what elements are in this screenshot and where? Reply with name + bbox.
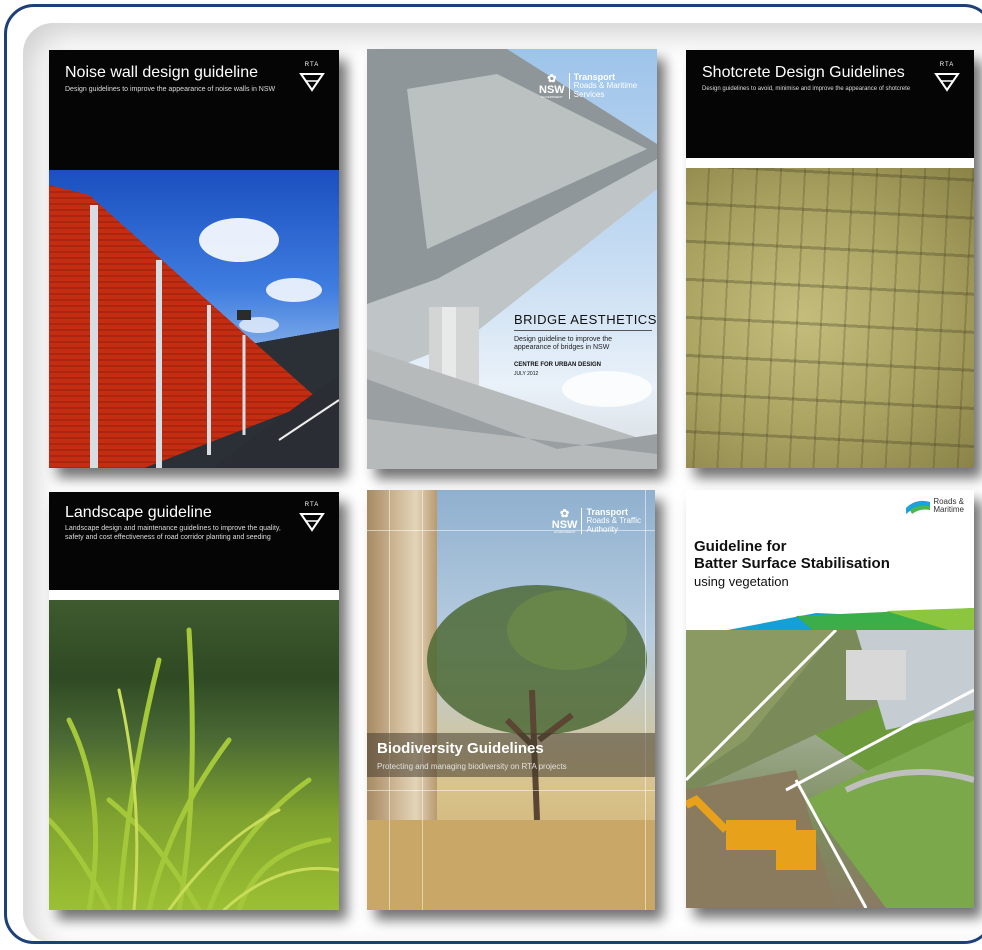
agency-line-2: Authority: [586, 524, 619, 534]
noise-wall-photo: [49, 170, 339, 468]
cover-subtitle: Landscape design and maintenance guideli…: [65, 525, 281, 541]
noise-wall-cover[interactable]: Noise wall design guideline Design guide…: [49, 50, 339, 468]
cover-subtitle: using vegetation: [694, 574, 789, 589]
cover-subtitle: Design guidelines to improve the appeara…: [65, 86, 276, 93]
date-text: JULY 2012: [514, 371, 539, 377]
cover-header: Shotcrete Design Guidelines Design guide…: [686, 50, 974, 158]
biodiversity-cover[interactable]: ✿ NSW GOVERNMENT Transport Roads & Traffic A…: [367, 490, 655, 910]
landscape-cover[interactable]: Landscape guideline Landscape design and…: [49, 492, 339, 910]
cover-subtitle: Design guideline to improve the appearan…: [514, 336, 613, 352]
landscape-photo: [49, 600, 339, 910]
bridge-aesthetics-cover[interactable]: ✿ NSW GOVERNMENT Transport Roads & Maritime…: [367, 49, 657, 469]
rta-logo: RTA: [934, 62, 960, 92]
nsw-text: ✿ NSW GOVERNMENT: [539, 72, 565, 99]
shotcrete-photo: [686, 168, 974, 468]
cover-header: Noise wall design guideline Design guide…: [49, 50, 339, 170]
batter-stabilisation-cover[interactable]: Roads & Maritime Guideline for Batter Surf…: [686, 490, 974, 908]
rta-logo: RTA: [299, 62, 325, 92]
cover-title: Noise wall design guideline: [65, 64, 259, 81]
cover-subtitle: Design guidelines to avoid, minimise and…: [702, 86, 911, 92]
rta-logo: RTA: [299, 502, 325, 532]
cover-title: Guideline for Batter Surface Stabilisatio…: [694, 538, 890, 573]
biodiversity-photo: [367, 585, 655, 910]
cover-title: Biodiversity Guidelines: [377, 740, 544, 757]
agency-line-2: Services: [573, 89, 605, 99]
cover-header: Landscape guideline Landscape design and…: [49, 492, 339, 590]
nsw-transport-logo: ✿ NSW GOVERNMENT Transport Roads & Traffic A…: [551, 507, 641, 535]
cover-title: Shotcrete Design Guidelines: [702, 64, 905, 81]
publisher-text: CENTRE FOR URBAN DESIGN: [514, 362, 602, 368]
shotcrete-cover[interactable]: Shotcrete Design Guidelines Design guide…: [686, 50, 974, 468]
nsw-transport-logo: ✿ NSW GOVERNMENT Transport Roads & Maritime…: [539, 72, 637, 100]
title-divider: [514, 330, 652, 331]
batter-photos: [686, 630, 974, 908]
cover-subtitle: Protecting and managing biodiversity on …: [377, 762, 567, 771]
cover-title: BRIDGE AESTHETICS: [514, 312, 657, 327]
nsw-text: ✿ NSW GOVERNMENT: [551, 507, 578, 534]
bridge-photo: [367, 49, 657, 469]
cover-title: Landscape guideline: [65, 504, 212, 521]
roads-maritime-logo: Roads & Maritime: [906, 497, 964, 515]
roads-maritime-icon: [906, 501, 931, 515]
